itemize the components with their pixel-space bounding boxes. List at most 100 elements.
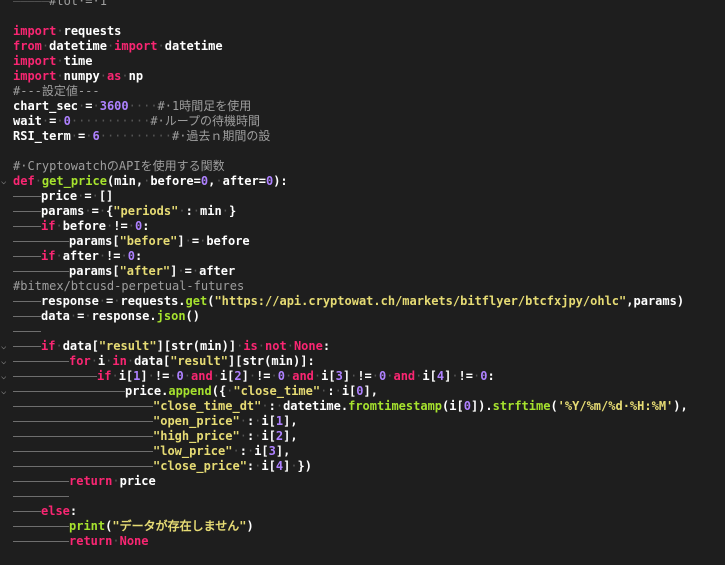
- indent-guide: [69, 406, 97, 407]
- code-token: i[: [219, 369, 235, 383]
- chevron-down-icon[interactable]: ⌵: [1, 358, 9, 367]
- chevron-down-icon[interactable]: ⌵: [1, 178, 9, 187]
- code-token: ·: [451, 369, 459, 383]
- code-token: response.: [91, 309, 157, 323]
- indent-guide: [41, 406, 69, 407]
- code-token: append: [168, 384, 212, 398]
- indent-guide: [41, 361, 69, 362]
- code-line[interactable]: if·before·!=·0:: [13, 219, 725, 234]
- code-token: ): [246, 519, 254, 533]
- indent-guide: [13, 226, 41, 227]
- code-token: if: [41, 249, 56, 263]
- code-token: ·: [248, 369, 257, 383]
- code-line[interactable]: if·i[1]·!=·0·and·i[2]·!=·0·and·i[3]·!=·0…: [13, 369, 725, 384]
- code-token: !=: [106, 249, 121, 263]
- code-line[interactable]: #---設定値---: [13, 84, 725, 99]
- code-token: RSI_term: [13, 129, 71, 143]
- code-token: (: [550, 399, 558, 413]
- chevron-down-icon[interactable]: ⌵: [1, 343, 9, 352]
- indent-guide: [97, 421, 125, 422]
- code-token: ·: [126, 354, 135, 368]
- code-token: ]: [140, 369, 148, 383]
- code-token: (i[: [442, 399, 464, 413]
- code-token: ]: [241, 369, 249, 383]
- code-line[interactable]: data·=·response.json(): [13, 309, 725, 324]
- code-line[interactable]: wait·=·0···········#·ループの待機時間: [13, 114, 725, 129]
- code-token: }): [297, 459, 312, 473]
- code-line[interactable]: "open_price"·:·i[1],: [13, 414, 725, 429]
- code-line[interactable]: —————#tot·=·1: [13, 0, 725, 9]
- code-token: 4: [275, 459, 284, 473]
- indent-guide: [13, 436, 41, 437]
- chevron-down-icon[interactable]: ⌵: [1, 388, 9, 397]
- code-line[interactable]: "high_price"·:·i[2],: [13, 429, 725, 444]
- code-line[interactable]: else:: [13, 504, 725, 519]
- code-line[interactable]: params["before"]·=·before: [13, 234, 725, 249]
- code-line[interactable]: [13, 144, 725, 159]
- code-line[interactable]: "close_price":·i[4]·}): [13, 459, 725, 474]
- code-token: :: [134, 249, 143, 263]
- code-editor[interactable]: ⌵ ⌵ ⌵ ⌵ ⌵ —————#tot·=·1 import·requests from·d…: [0, 0, 725, 565]
- code-token: !=: [154, 369, 170, 383]
- code-token: for: [69, 354, 91, 368]
- code-line[interactable]: import·time: [13, 54, 725, 69]
- code-line[interactable]: price·=·[]: [13, 189, 725, 204]
- indent-guide: [13, 271, 41, 272]
- code-token: i[: [118, 369, 134, 383]
- code-line[interactable]: def·get_price(min,·before=0,·after=0):: [13, 174, 725, 189]
- indent-guide: [97, 406, 125, 407]
- code-line[interactable]: "close_time_dt"·:·datetime.fromtimestamp…: [13, 399, 725, 414]
- code-line[interactable]: price.append({·"close_time"·:·i[0],: [13, 384, 725, 399]
- code-token: ·: [120, 249, 128, 263]
- code-line[interactable]: [13, 324, 725, 339]
- code-line[interactable]: #·CryptowatchのAPIを使用する関数: [13, 159, 725, 174]
- code-line[interactable]: return·None: [13, 534, 725, 549]
- code-lines[interactable]: —————#tot·=·1 import·requests from·datetim…: [13, 0, 725, 549]
- code-token: datetime: [164, 39, 223, 53]
- code-line[interactable]: print("データが存在しません"): [13, 519, 725, 534]
- code-line[interactable]: import·numpy·as·np: [13, 69, 725, 84]
- code-line[interactable]: from·datetime·import·datetime: [13, 39, 725, 54]
- code-token: ·: [169, 369, 177, 383]
- code-line[interactable]: [13, 489, 725, 504]
- code-line[interactable]: if·after·!=·0:: [13, 249, 725, 264]
- code-token: :: [69, 504, 78, 518]
- code-line[interactable]: response·=·requests.get("https://api.cry…: [13, 294, 725, 309]
- indent-guide: [13, 361, 41, 362]
- code-token: 0: [277, 369, 285, 383]
- chevron-down-icon[interactable]: ⌵: [1, 373, 9, 382]
- code-token: ·: [56, 24, 64, 38]
- code-line[interactable]: params·=·{"periods"·:·min·}: [13, 204, 725, 219]
- code-token: !=: [357, 369, 372, 383]
- code-token: ·: [91, 189, 99, 203]
- code-line[interactable]: "low_price"·:·i[3],: [13, 444, 725, 459]
- code-token: (min,: [106, 174, 144, 188]
- code-line[interactable]: [13, 9, 725, 24]
- code-line[interactable]: #bitmex/btcusd-perpetual-futures: [13, 279, 725, 294]
- code-line[interactable]: return·price: [13, 474, 725, 489]
- code-token: ·: [90, 354, 98, 368]
- code-token: '%Y/%m/%d·%H:%M': [557, 399, 674, 413]
- code-token: —————: [13, 0, 50, 8]
- code-token: ],: [363, 384, 378, 398]
- code-token: ·: [55, 219, 63, 233]
- code-line[interactable]: chart_sec·=·3600····#·1時間足を使用: [13, 99, 725, 114]
- code-token: datetime.: [283, 399, 349, 413]
- code-token: import: [13, 24, 57, 38]
- code-token: as: [106, 69, 122, 83]
- code-token: ·: [112, 474, 120, 488]
- code-token: ·: [212, 369, 220, 383]
- code-line[interactable]: RSI_term·=·6··········#·過去ｎ期間の設: [13, 129, 725, 144]
- indent-guide: [41, 526, 69, 527]
- code-line[interactable]: for·i·in·data["result"][str(min)]:: [13, 354, 725, 369]
- code-token: ·: [275, 399, 284, 413]
- code-line[interactable]: if·data["result"][str(min)]·is·not·None:: [13, 339, 725, 354]
- code-token: i[: [254, 444, 269, 458]
- code-token: i[: [261, 414, 276, 428]
- indent-guide: [41, 241, 69, 242]
- indent-guide: [13, 346, 41, 347]
- code-line[interactable]: params["after"]·=·after: [13, 264, 725, 279]
- code-token: ]).: [470, 399, 493, 413]
- code-line[interactable]: import·requests: [13, 24, 725, 39]
- code-token: "low_price": [153, 444, 233, 458]
